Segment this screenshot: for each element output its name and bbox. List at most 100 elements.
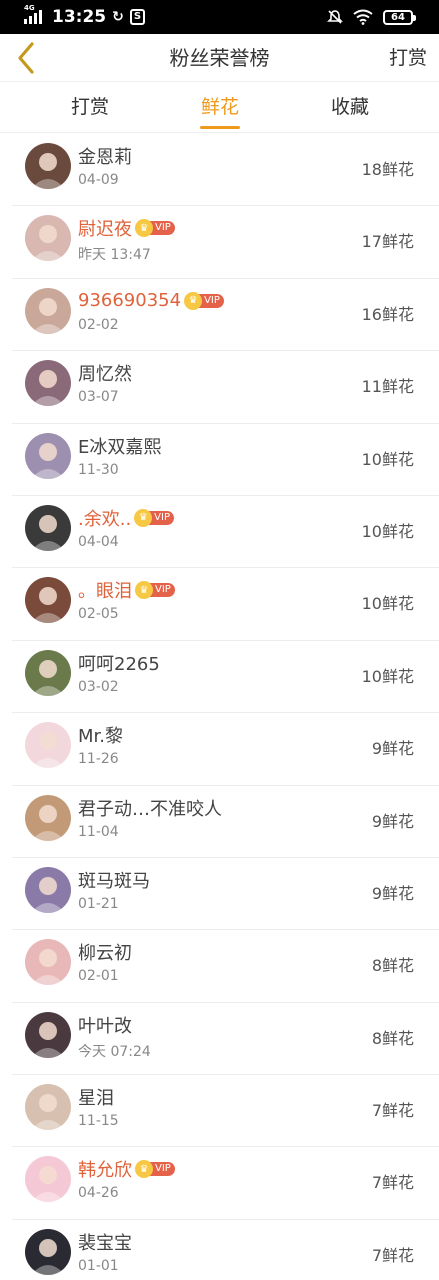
tab-favorites[interactable]: 收藏: [300, 83, 400, 133]
flower-count: 11鲜花: [361, 377, 414, 397]
user-name[interactable]: 星泪: [78, 1084, 114, 1110]
list-item[interactable]: 君子动…不准咬人 11-04 9鲜花: [0, 786, 439, 858]
list-item[interactable]: E冰双嘉熙 11-30 10鲜花: [0, 424, 439, 496]
top-bar: 粉丝荣誉榜 打赏: [0, 34, 439, 82]
gift-date: 01-21: [78, 895, 119, 912]
avatar[interactable]: [25, 794, 71, 841]
user-name[interactable]: 韩允欣: [78, 1156, 132, 1182]
avatar[interactable]: [25, 287, 71, 334]
vip-badge: ♛ VIP: [135, 219, 175, 238]
list-item[interactable]: 韩允欣 ♛ VIP 04-26 7鲜花: [0, 1147, 439, 1220]
avatar[interactable]: [25, 649, 71, 696]
network-type: 4G: [24, 4, 35, 12]
list-item[interactable]: 金恩莉 04-09 18鲜花: [0, 134, 439, 207]
status-time: 13:25: [52, 7, 107, 27]
user-name[interactable]: 呵呵2265: [78, 650, 160, 676]
user-name[interactable]: Mr.黎: [78, 722, 123, 748]
name-line: 叶叶改: [78, 1013, 132, 1037]
gift-date: 02-01: [78, 968, 119, 985]
flower-count: 9鲜花: [371, 811, 414, 831]
user-name[interactable]: 斑马斑马: [78, 867, 150, 893]
name-line: 君子动…不准咬人: [78, 796, 222, 820]
flower-count: 18鲜花: [361, 160, 414, 179]
name-line: 斑马斑马: [78, 868, 150, 892]
avatar[interactable]: [25, 722, 71, 769]
status-bar: 4G 13:25 ↻ S 64: [0, 0, 439, 34]
list-item[interactable]: 裴宝宝 01-01 7鲜花: [0, 1220, 439, 1280]
flower-count: 9鲜花: [371, 739, 414, 759]
gift-date: 11-15: [78, 1113, 119, 1130]
gift-date: 11-26: [78, 751, 119, 768]
list-item[interactable]: 。眼泪 ♛ VIP 02-05 10鲜花: [0, 568, 439, 641]
page-title: 粉丝荣誉榜: [169, 46, 270, 70]
vip-badge: ♛ VIP: [135, 1160, 175, 1179]
name-line: 。眼泪 ♛ VIP: [78, 578, 175, 602]
name-line: 柳云初: [78, 940, 132, 964]
crown-icon: ♛: [184, 291, 203, 310]
avatar[interactable]: [25, 939, 71, 986]
avatar[interactable]: [25, 215, 71, 262]
flower-count: 16鲜花: [361, 304, 414, 324]
avatar[interactable]: [25, 360, 71, 407]
flower-count: 10鲜花: [361, 594, 414, 614]
user-name[interactable]: 君子动…不准咬人: [78, 795, 222, 821]
sync-icon: ↻: [112, 9, 124, 25]
flower-count: 7鲜花: [371, 1173, 414, 1193]
tab-bar: 打赏 鲜花 收藏: [0, 83, 439, 133]
vip-badge: ♛ VIP: [184, 291, 224, 310]
battery-level: 64: [391, 11, 405, 23]
list-item[interactable]: Mr.黎 11-26 9鲜花: [0, 713, 439, 786]
reward-button[interactable]: 打赏: [389, 34, 427, 82]
user-name[interactable]: 。眼泪: [78, 577, 132, 603]
name-line: 尉迟夜 ♛ VIP: [78, 216, 175, 240]
gift-date: 今天 07:24: [78, 1043, 151, 1060]
avatar[interactable]: [25, 504, 71, 551]
flower-count: 10鲜花: [361, 521, 414, 541]
gift-date: 11-30: [78, 461, 119, 478]
flower-count: 8鲜花: [371, 1028, 414, 1048]
user-name[interactable]: 尉迟夜: [78, 215, 132, 241]
list-item[interactable]: 呵呵2265 03-02 10鲜花: [0, 641, 439, 714]
gift-date: 04-09: [78, 172, 119, 188]
name-line: E冰双嘉熙: [78, 434, 161, 458]
avatar[interactable]: [25, 1156, 71, 1203]
list-item[interactable]: 936690354 ♛ VIP 02-02 16鲜花: [0, 279, 439, 352]
flower-count: 8鲜花: [371, 956, 414, 976]
avatar[interactable]: [25, 432, 71, 479]
list-item[interactable]: .余欢.. ♛ VIP 04-04 10鲜花: [0, 496, 439, 569]
gift-date: 02-02: [78, 316, 119, 333]
list-item[interactable]: 周忆然 03-07 11鲜花: [0, 351, 439, 424]
cellular-signal-icon: 4G: [24, 4, 42, 24]
list-item[interactable]: 尉迟夜 ♛ VIP 昨天 13:47 17鲜花: [0, 206, 439, 279]
user-name[interactable]: 936690354: [78, 290, 181, 311]
user-name[interactable]: E冰双嘉熙: [78, 433, 161, 459]
user-name[interactable]: 裴宝宝: [78, 1229, 132, 1255]
flower-count: 7鲜花: [371, 1101, 414, 1121]
user-name[interactable]: .余欢..: [78, 505, 131, 531]
mute-icon: [327, 10, 343, 24]
user-name[interactable]: 叶叶改: [78, 1012, 132, 1038]
avatar[interactable]: [25, 1228, 71, 1275]
gift-date: 11-04: [78, 823, 119, 840]
user-name[interactable]: 柳云初: [78, 939, 132, 965]
flower-count: 7鲜花: [371, 1245, 414, 1265]
user-name[interactable]: 金恩莉: [78, 143, 132, 169]
battery-icon: 64: [383, 9, 416, 25]
gift-date: 01-01: [78, 1257, 119, 1274]
list-item[interactable]: 星泪 11-15 7鲜花: [0, 1075, 439, 1148]
name-line: 金恩莉: [78, 144, 132, 168]
list-item[interactable]: 斑马斑马 01-21 9鲜花: [0, 858, 439, 931]
name-line: 裴宝宝: [78, 1230, 132, 1254]
avatar[interactable]: [25, 577, 71, 624]
gift-date: 04-04: [78, 533, 119, 550]
avatar[interactable]: [25, 866, 71, 913]
list-item[interactable]: 柳云初 02-01 8鲜花: [0, 930, 439, 1003]
flower-count: 17鲜花: [361, 232, 414, 252]
avatar[interactable]: [25, 1084, 71, 1131]
user-name[interactable]: 周忆然: [78, 360, 132, 386]
list-item[interactable]: 叶叶改今天 07:24 8鲜花: [0, 1003, 439, 1076]
tab-reward[interactable]: 打赏: [40, 83, 140, 133]
avatar[interactable]: [25, 143, 71, 189]
gift-date: 03-07: [78, 389, 119, 406]
avatar[interactable]: [25, 1011, 71, 1058]
